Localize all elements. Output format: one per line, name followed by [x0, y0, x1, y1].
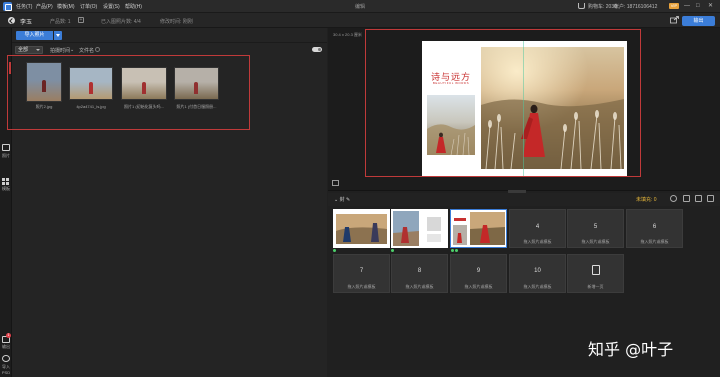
- photo-filter-value: 全部: [18, 47, 29, 53]
- page-status-dot: [455, 249, 458, 252]
- photo-thumbnail[interactable]: [174, 67, 219, 100]
- templates-rail-label[interactable]: 模板: [0, 186, 12, 192]
- photo-subject: [194, 81, 199, 94]
- photos-rail-icon[interactable]: [2, 144, 10, 151]
- page-thumbnail-3-selected[interactable]: [450, 209, 507, 248]
- page-number: 6: [652, 224, 657, 230]
- output-rail-label[interactable]: 输出: [0, 344, 12, 350]
- modified-time: 修改时间: 刚刚: [160, 19, 193, 25]
- page-number: 7: [359, 268, 364, 274]
- info-icon[interactable]: [95, 47, 100, 52]
- menu-settings[interactable]: 设置(S): [103, 3, 120, 10]
- page-number: 9: [476, 268, 481, 274]
- menu-product[interactable]: 产品(P): [36, 3, 53, 10]
- page-hint: 拖入照片或模板: [523, 284, 552, 289]
- page-number: 4: [535, 224, 540, 230]
- minimize-icon[interactable]: —: [684, 3, 690, 10]
- page-hint: 拖入照片或模板: [640, 239, 669, 244]
- photo-subject: [141, 81, 146, 94]
- import-psd-icon[interactable]: [2, 355, 10, 362]
- pages-header: [328, 193, 720, 206]
- menu-help[interactable]: 帮助(H): [125, 3, 142, 10]
- sort-icon[interactable]: ⌄: [70, 47, 74, 53]
- page-size-label: 30.4 x 20.3 厘米: [333, 32, 362, 37]
- cart-icon[interactable]: [578, 3, 585, 9]
- new-page-icon: [592, 265, 600, 275]
- chevron-down-icon: [36, 49, 40, 51]
- import-photos-button[interactable]: 导入照片: [16, 31, 53, 40]
- product-count: 产品数: 1: [50, 19, 71, 25]
- pages-title[interactable]: ⌄ 封 ✎: [334, 196, 350, 203]
- import-psd-label[interactable]: 导入PSD: [0, 364, 12, 375]
- page-thumbnail-2[interactable]: [391, 209, 448, 248]
- photo-caption: 照片1 (付首日服照册...: [176, 104, 217, 109]
- window-title: 编辑: [354, 4, 365, 10]
- output-button[interactable]: 输出: [682, 16, 715, 26]
- sort-by-time[interactable]: 拍摄时间: [50, 47, 70, 54]
- cart-label[interactable]: 购物车: 2030: [588, 3, 617, 10]
- fit-screen-icon[interactable]: [332, 180, 339, 186]
- page-status-dot: [391, 249, 394, 252]
- share-icon[interactable]: [670, 16, 679, 24]
- panel-divider: [12, 42, 327, 43]
- back-icon[interactable]: [8, 17, 15, 24]
- annotation-highlight-preview: [365, 29, 641, 177]
- account-label[interactable]: 帐户: 18716106412: [614, 3, 657, 10]
- page-number: 5: [593, 224, 598, 230]
- photo-subject: [88, 81, 93, 94]
- close-icon[interactable]: ✕: [708, 3, 713, 10]
- used-photos-count: 已入图照片数: 4/4: [101, 19, 141, 25]
- photo-thumbnail[interactable]: [121, 67, 167, 100]
- templates-rail-icon[interactable]: [2, 178, 10, 185]
- page-number: 10: [534, 268, 541, 274]
- photo-thumbnail[interactable]: [26, 62, 62, 102]
- page-hint: 拖入照片或模板: [523, 239, 552, 244]
- new-page-label: 新增一页: [587, 284, 604, 289]
- menu-task[interactable]: 任务(T): [16, 3, 32, 10]
- unfilled-count: 未填充: 0: [636, 197, 657, 203]
- watermark: 知乎 @叶子: [588, 340, 674, 359]
- page-hint: 拖入照片或模板: [405, 284, 434, 289]
- vip-badge: VIP: [669, 3, 679, 9]
- import-dropdown-icon[interactable]: [54, 31, 62, 40]
- app-logo-icon: [3, 2, 12, 11]
- page-status-dot: [333, 249, 336, 252]
- page-thumbnail-1[interactable]: [333, 209, 390, 248]
- photo-caption: 4p2a4741_ls.jpg: [76, 104, 106, 109]
- settings-icon[interactable]: [670, 195, 677, 202]
- annotation-marker: [9, 62, 11, 74]
- maximize-icon[interactable]: □: [696, 3, 700, 10]
- export-icon[interactable]: [707, 195, 714, 202]
- project-name: 李玉: [20, 20, 33, 26]
- photo-caption: 照片2.jpg: [35, 104, 53, 109]
- add-product-icon[interactable]: +: [78, 17, 84, 23]
- page-hint: 拖入照片或模板: [464, 284, 493, 289]
- photo-thumbnail[interactable]: [69, 67, 113, 100]
- page-number: 8: [417, 268, 422, 274]
- show-used-toggle[interactable]: [312, 47, 322, 52]
- edit-icon[interactable]: ✎: [345, 197, 350, 203]
- output-badge: 1: [6, 333, 11, 338]
- photos-rail-label[interactable]: 照片: [0, 153, 12, 159]
- menu-template[interactable]: 模板(M): [57, 3, 75, 10]
- page-hint: 拖入照片或模板: [581, 239, 610, 244]
- page-status-dot: [451, 249, 454, 252]
- photo-caption: 照片1 (初始化复头吗...: [123, 104, 164, 109]
- sort-by-name[interactable]: 文件名: [79, 47, 94, 54]
- photo-subject: [42, 80, 47, 93]
- photo-filter-select[interactable]: 全部: [15, 46, 43, 54]
- menu-order[interactable]: 订单(O): [80, 3, 97, 10]
- delete-icon[interactable]: [683, 195, 690, 202]
- page-hint: 拖入照片或模板: [347, 284, 376, 289]
- edit-page-icon[interactable]: [695, 195, 702, 202]
